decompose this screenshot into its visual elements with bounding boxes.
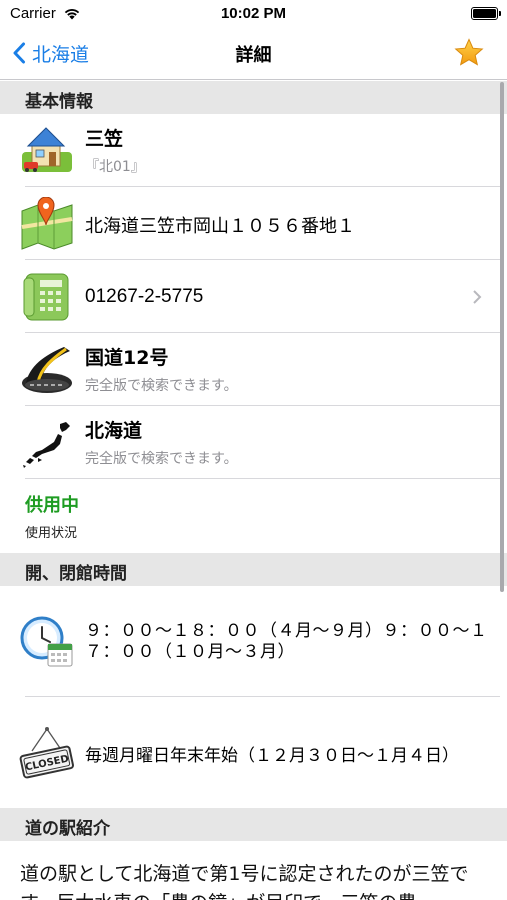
region-name: 北海道: [85, 420, 143, 442]
battery-icon: [471, 7, 501, 20]
clock-calendar-icon: [20, 616, 73, 667]
navigation-bar: 北海道 詳細: [0, 28, 507, 80]
station-name-row: 三笠 『北01』: [0, 114, 500, 187]
phone-number: 01267-2-5775: [85, 286, 204, 307]
status-badge: 供用中: [25, 495, 79, 516]
address-text: 北海道三笠市岡山１０５６番地１: [85, 216, 355, 237]
region-note: 完全版で検索できます。: [85, 451, 238, 467]
phone-row[interactable]: 01267-2-5775: [0, 260, 500, 333]
road-row: 国道12号 完全版で検索できます。: [0, 333, 500, 406]
open-hours-text: ９：００～１８：００（４月～９月）９：００～１７：００（１０月～３月）: [85, 621, 488, 662]
closed-sign-icon: CLOSED: [19, 727, 74, 779]
address-row[interactable]: 北海道三笠市岡山１０５６番地１: [0, 187, 500, 260]
road-name: 国道12号: [85, 347, 169, 369]
chevron-right-icon: [473, 290, 482, 304]
clock: 10:02 PM: [220, 5, 287, 22]
section-title: 基本情報: [25, 92, 93, 112]
section-header-basic: 基本情報: [0, 81, 507, 114]
scroll-indicator[interactable]: [500, 82, 504, 592]
status-row: 供用中 使用状況: [0, 479, 500, 552]
page-title: 詳細: [235, 45, 272, 66]
section-title: 開、閉館時間: [25, 564, 127, 584]
region-row: 北海道 完全版で検索できます。: [0, 406, 500, 479]
road-note: 完全版で検索できます。: [85, 378, 238, 394]
map-pin-icon: [21, 197, 73, 250]
road-icon: [22, 347, 72, 393]
status-label: 使用状況: [25, 526, 78, 541]
section-title: 道の駅紹介: [25, 819, 110, 839]
house-icon: [22, 127, 72, 172]
open-hours-row: ９：００～１８：００（４月～９月）９：００～１７：００（１０月～３月）: [0, 586, 500, 697]
station-name: 三笠: [85, 128, 124, 150]
closed-days-row: CLOSED 毎週月曜日年末年始（１２月３０日～１月４日）: [0, 697, 500, 808]
status-bar: Carrier 10:02 PM: [0, 0, 507, 28]
intro-paragraph: 道の駅として北海道で第1号に認定されたのが三笠です。巨大水車の「農の鐘」が目印で…: [20, 863, 469, 900]
japan-map-icon: [23, 422, 70, 468]
station-code: 『北01』: [85, 159, 145, 175]
closed-days-text: 毎週月曜日年末年始（１２月３０日～１月４日）: [85, 746, 459, 766]
section-header-hours: 開、閉館時間: [0, 553, 507, 586]
section-header-intro: 道の駅紹介: [0, 808, 507, 841]
phone-icon: [23, 273, 69, 321]
favorite-star-icon[interactable]: [453, 37, 485, 69]
